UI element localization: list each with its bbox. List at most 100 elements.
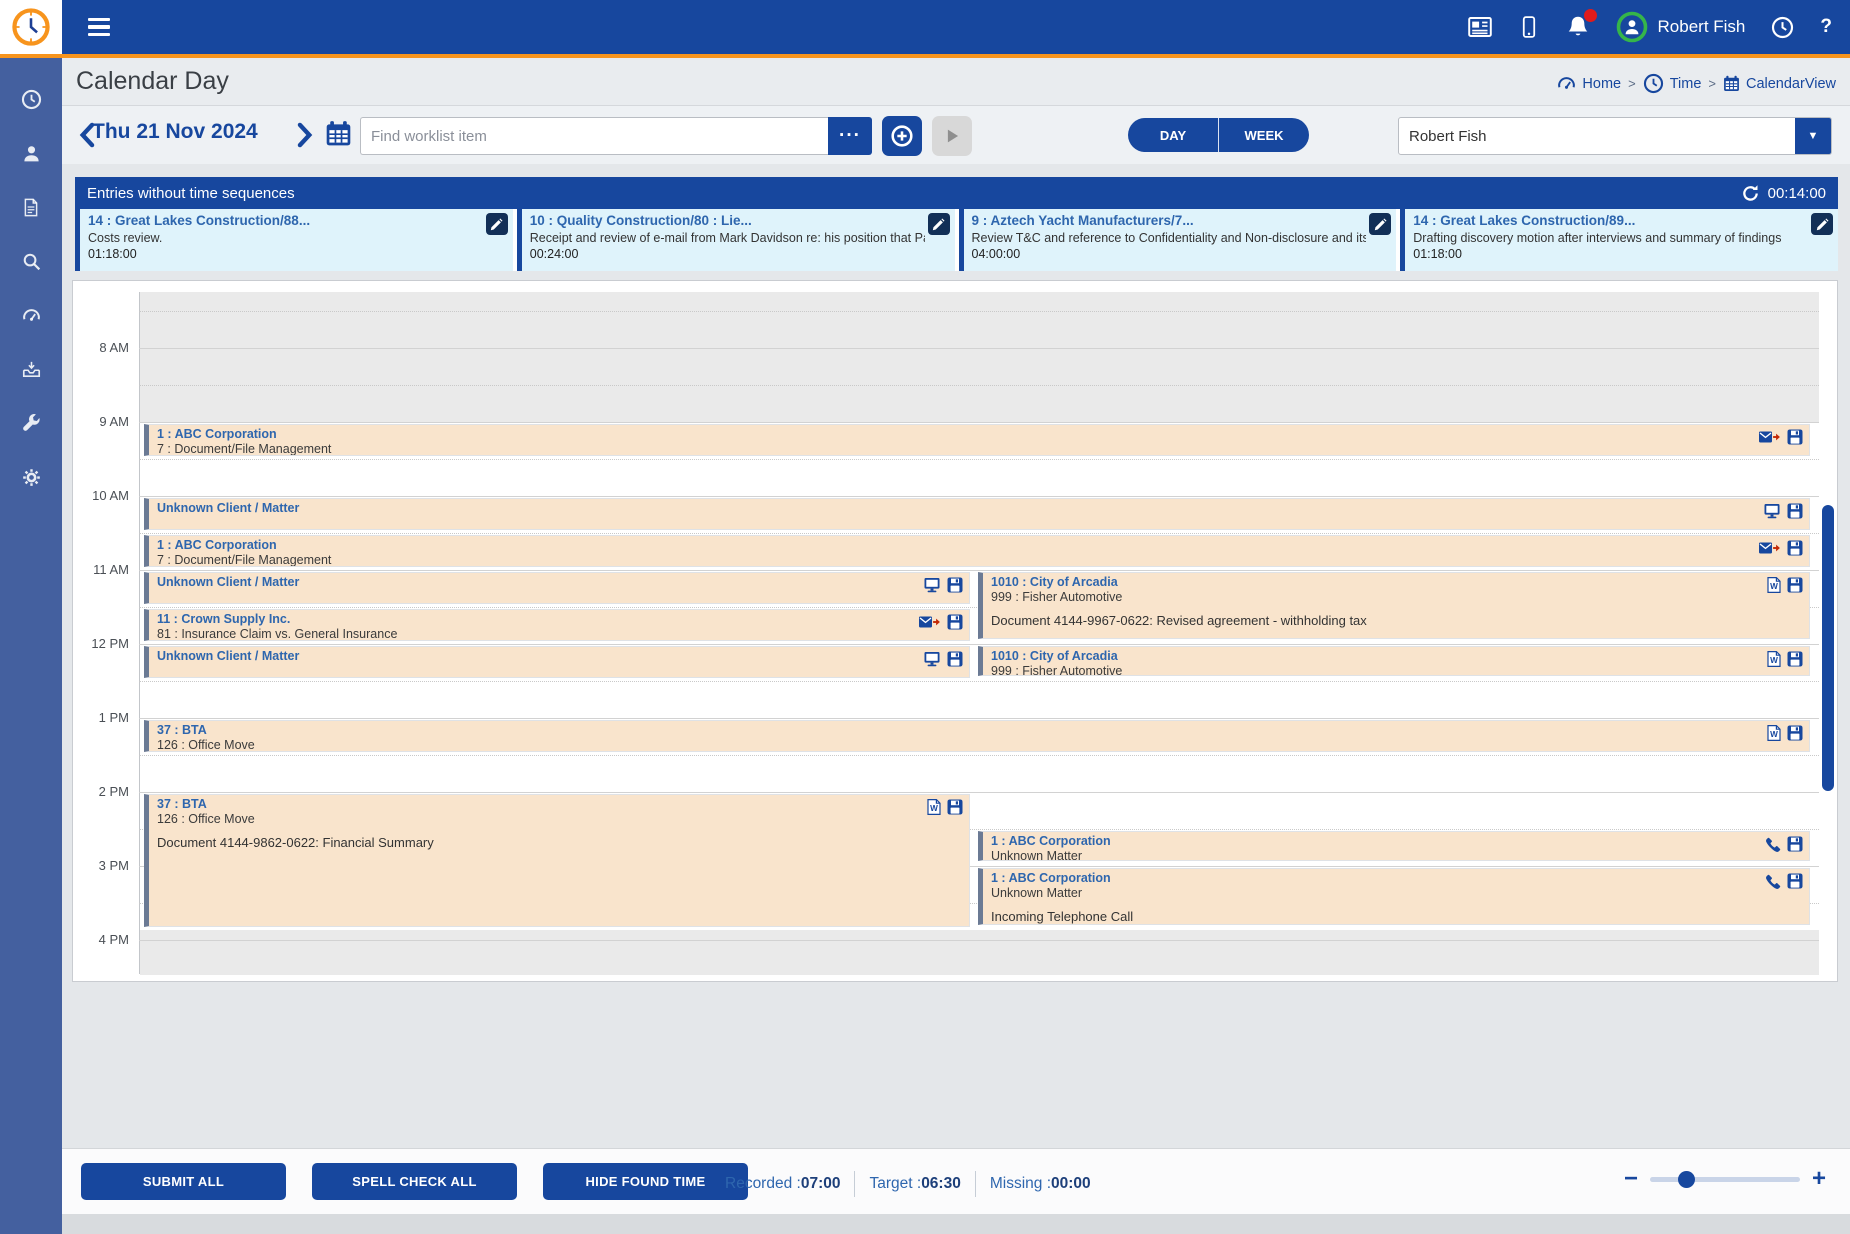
word-icon: W	[1767, 577, 1781, 598]
entry-client: 37 : BTA	[157, 797, 963, 812]
search-input[interactable]	[360, 117, 828, 155]
user-menu[interactable]: Robert Fish	[1616, 11, 1746, 43]
hour-label: 12 PM	[73, 636, 129, 651]
edit-pencil-icon[interactable]	[486, 213, 508, 235]
entry-client: 1010 : City of Arcadia	[991, 649, 1803, 664]
entry-matter: 81 : Insurance Claim vs. General Insuran…	[157, 627, 963, 641]
footer-bar: SUBMIT ALL SPELL CHECK ALL HIDE FOUND TIME…	[62, 1148, 1850, 1214]
calendar-entry[interactable]: Unknown Client / Matter	[144, 498, 1810, 530]
search-more-button[interactable]: ···	[828, 117, 872, 155]
entry-description: Incoming Telephone Call	[991, 909, 1803, 924]
search-icon[interactable]	[0, 234, 62, 288]
monitor-icon	[923, 577, 941, 598]
wrench-icon[interactable]	[0, 396, 62, 450]
timekeeper-select[interactable]: Robert Fish ▼	[1398, 117, 1832, 155]
calendar-entry[interactable]: 1010 : City of Arcadia999 : Fisher Autom…	[978, 572, 1810, 639]
vertical-scrollbar[interactable]	[1822, 505, 1834, 791]
week-view-button[interactable]: WEEK	[1219, 118, 1309, 152]
save-icon	[947, 799, 963, 820]
unsequenced-card[interactable]: 10 : Quality Construction/80 : Lie... Re…	[517, 209, 955, 271]
mobile-icon[interactable]	[1518, 15, 1540, 39]
app-logo[interactable]	[0, 0, 62, 54]
word-icon: W	[1767, 651, 1781, 672]
user-name-label: Robert Fish	[1658, 17, 1746, 37]
zoom-in-button[interactable]: +	[1812, 1167, 1826, 1191]
calendar-entry[interactable]: 1 : ABC Corporation7 : Document/File Man…	[144, 424, 1810, 456]
calendar-entry[interactable]: 11 : Crown Supply Inc.81 : Insurance Cla…	[144, 609, 970, 641]
tray-icon[interactable]	[0, 342, 62, 396]
calendar-entry[interactable]: 1010 : City of Arcadia999 : Fisher Autom…	[978, 646, 1810, 676]
gauge-icon[interactable]	[0, 288, 62, 342]
card-description: Drafting discovery motion after intervie…	[1413, 231, 1808, 245]
save-icon	[1787, 873, 1803, 894]
recent-clock-icon[interactable]	[1771, 16, 1794, 39]
hide-found-time-button[interactable]: HIDE FOUND TIME	[543, 1163, 748, 1200]
entry-client: Unknown Client / Matter	[157, 649, 963, 664]
page-title: Calendar Day	[76, 67, 229, 96]
start-timer-button[interactable]	[932, 116, 972, 156]
save-icon	[1787, 429, 1803, 450]
user-icon[interactable]	[0, 126, 62, 180]
breadcrumb-item-home[interactable]: Home	[1557, 74, 1621, 93]
refresh-icon[interactable]	[1741, 184, 1760, 203]
card-title: 14 : Great Lakes Construction/89...	[1413, 213, 1808, 228]
save-icon	[947, 577, 963, 598]
entry-matter: 126 : Office Move	[157, 812, 963, 827]
chevron-down-icon: ▼	[1795, 118, 1831, 154]
breadcrumb-item-time[interactable]: Time	[1643, 73, 1702, 94]
entry-matter: Unknown Matter	[991, 886, 1803, 901]
phone-icon	[1766, 874, 1781, 894]
calendar-entry[interactable]: Unknown Client / Matter	[144, 646, 970, 678]
edit-pencil-icon[interactable]	[1369, 213, 1391, 235]
save-icon	[947, 651, 963, 672]
next-day-chevron-icon[interactable]	[296, 122, 316, 148]
avatar	[1616, 11, 1648, 43]
zoom-out-button[interactable]: −	[1624, 1167, 1638, 1191]
calendar-entry[interactable]: 37 : BTA126 : Office MoveDocument 4144-9…	[144, 794, 970, 927]
edit-pencil-icon[interactable]	[1811, 213, 1833, 235]
card-duration: 01:18:00	[88, 247, 483, 261]
notification-badge	[1584, 9, 1597, 22]
calendar-entry[interactable]: 37 : BTA126 : Office MoveW	[144, 720, 1810, 752]
notifications-bell-icon[interactable]	[1566, 15, 1590, 39]
unsequenced-card[interactable]: 14 : Great Lakes Construction/88... Cost…	[75, 209, 513, 271]
entry-client: Unknown Client / Matter	[157, 501, 1803, 516]
help-icon[interactable]: ?	[1820, 16, 1832, 38]
zoom-slider-thumb[interactable]	[1678, 1171, 1695, 1188]
save-icon	[1787, 540, 1803, 561]
stat-separator	[975, 1171, 976, 1197]
entry-client: 1 : ABC Corporation	[157, 538, 1803, 553]
calendar-entry[interactable]: Unknown Client / Matter	[144, 572, 970, 604]
day-view-button[interactable]: DAY	[1128, 118, 1219, 152]
breadcrumb: Home>Time>CalendarView	[1557, 73, 1836, 94]
edit-pencil-icon[interactable]	[928, 213, 950, 235]
card-title: 10 : Quality Construction/80 : Lie...	[530, 213, 925, 228]
gear-icon[interactable]	[0, 450, 62, 504]
unsequenced-card[interactable]: 9 : Aztech Yacht Manufacturers/7... Revi…	[959, 209, 1397, 271]
main-area: Calendar Day Home>Time>CalendarView Thu …	[62, 58, 1850, 1234]
stat-missing: Missing :00:00	[990, 1175, 1091, 1193]
clock-icon[interactable]	[0, 72, 62, 126]
newspaper-icon[interactable]	[1468, 15, 1492, 39]
hour-label: 1 PM	[73, 710, 129, 725]
save-icon	[1787, 651, 1803, 672]
submit-all-button[interactable]: SUBMIT ALL	[81, 1163, 286, 1200]
calendar-entry[interactable]: 1 : ABC CorporationUnknown MatterIncomin…	[978, 868, 1810, 925]
calendar-entry[interactable]: 1 : ABC Corporation7 : Document/File Man…	[144, 535, 1810, 567]
file-icon[interactable]	[0, 180, 62, 234]
calendar-day-panel: 8 AM9 AM10 AM11 AM12 PM1 PM2 PM3 PM4 PM …	[72, 280, 1838, 982]
calendar-entry[interactable]: 1 : ABC CorporationUnknown Matter	[978, 831, 1810, 861]
spell-check-all-button[interactable]: SPELL CHECK ALL	[312, 1163, 517, 1200]
save-icon	[1787, 725, 1803, 746]
date-picker-calendar-icon[interactable]	[325, 120, 352, 152]
hamburger-menu-icon[interactable]	[88, 15, 114, 39]
view-toggle: DAY WEEK	[1128, 118, 1309, 152]
top-bar: Robert Fish ?	[0, 0, 1850, 54]
save-icon	[1787, 577, 1803, 598]
zoom-slider-track[interactable]	[1650, 1177, 1800, 1182]
card-duration: 01:18:00	[1413, 247, 1808, 261]
add-entry-button[interactable]	[882, 116, 922, 156]
breadcrumb-item-calendarview[interactable]: CalendarView	[1723, 75, 1836, 92]
svg-text:W: W	[1770, 656, 1778, 665]
unsequenced-card[interactable]: 14 : Great Lakes Construction/89... Draf…	[1400, 209, 1838, 271]
